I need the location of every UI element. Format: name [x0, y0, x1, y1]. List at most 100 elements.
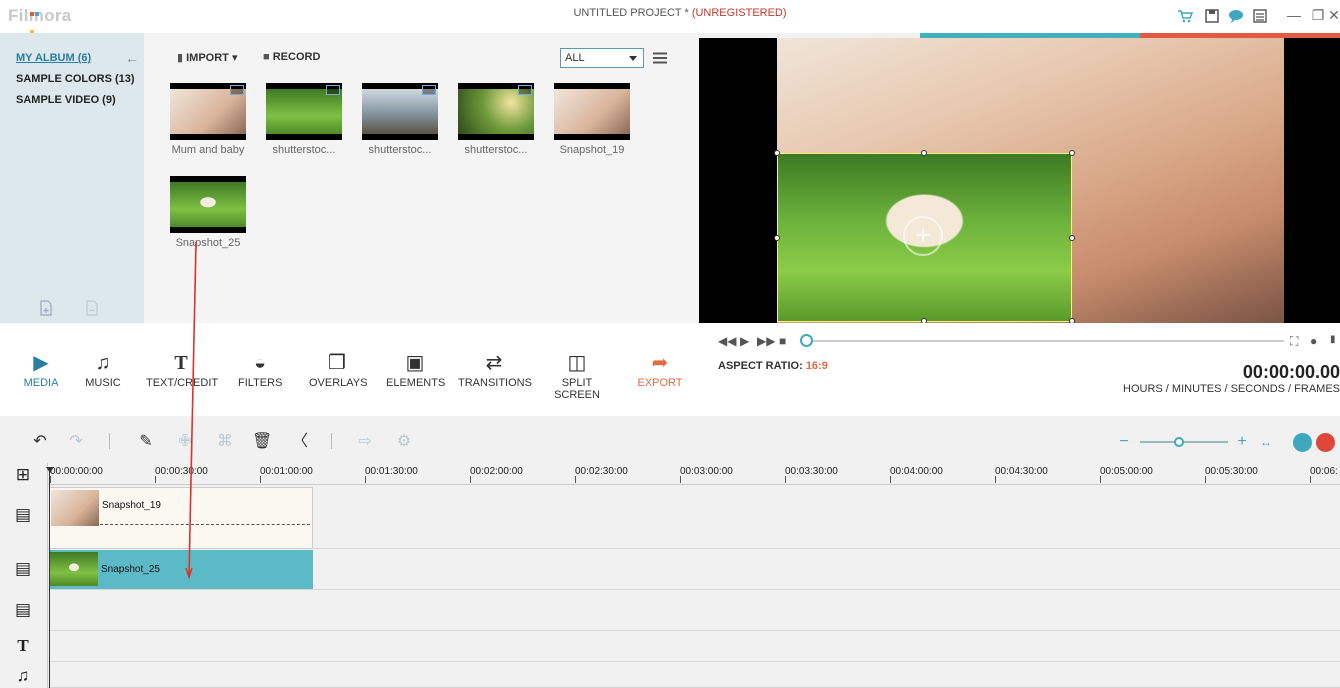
media-thumb-shutterstock-1[interactable]	[266, 83, 342, 140]
overlays-icon: ❒	[328, 352, 346, 374]
record-voiceover-icon[interactable]: 〈	[290, 432, 310, 452]
media-thumb-snapshot-25[interactable]	[170, 176, 246, 233]
add-track-header-icon[interactable]: ⊞	[12, 465, 34, 485]
move-icon[interactable]: +	[903, 216, 943, 256]
tool-overlays[interactable]: ❒ OVERLAYS	[309, 352, 368, 389]
zoom-out-icon[interactable]: −	[1114, 432, 1134, 452]
minimize-icon[interactable]: —	[1285, 6, 1303, 24]
speed-icon[interactable]: ⇨	[355, 432, 375, 452]
ruler-tick	[680, 476, 681, 483]
tool-split-screen[interactable]: ◫ SPLIT SCREEN	[540, 352, 614, 401]
import-button[interactable]: ▮ IMPORT ▾	[177, 51, 238, 64]
collapse-arrow-icon[interactable]: ←	[125, 50, 139, 66]
menu-icon[interactable]	[1252, 8, 1268, 24]
camera-icon: ■	[263, 51, 270, 63]
resize-handle[interactable]	[1069, 235, 1075, 241]
aspect-ratio-value[interactable]: 16:9	[806, 360, 828, 372]
rewind-icon[interactable]: ◀◀	[718, 334, 736, 348]
redo-icon[interactable]: ↷	[66, 432, 86, 452]
pip-track-2[interactable]	[48, 590, 1340, 631]
ruler-tick-label: 00:01:30:00	[365, 466, 418, 477]
split-icon[interactable]: ✙	[175, 432, 195, 452]
resize-handle[interactable]	[774, 235, 780, 241]
add-album-icon[interactable]	[39, 300, 53, 316]
playback-scrubber[interactable]	[806, 340, 1284, 342]
media-label: Snapshot_19	[559, 144, 625, 156]
music-icon: ♫	[95, 352, 111, 374]
media-thumb-mum-and-baby[interactable]	[170, 83, 246, 140]
ruler-tick-label: 00:02:00:00	[470, 466, 523, 477]
sidebar-item-sample-colors[interactable]: SAMPLE COLORS (13)	[16, 73, 135, 85]
save-icon[interactable]	[1204, 8, 1220, 24]
snapshot-camera-icon[interactable]: ●	[1310, 334, 1317, 348]
media-thumb-shutterstock-3[interactable]	[458, 83, 534, 140]
video-badge-icon	[230, 85, 244, 95]
ruler-tick-label: 00:06:	[1310, 466, 1338, 477]
ruler-tick-label: 00:05:00:00	[1100, 466, 1153, 477]
ruler-tick	[470, 476, 471, 483]
fullscreen-icon[interactable]: ⛶	[1290, 334, 1298, 349]
media-label: shutterstoc...	[272, 144, 336, 156]
add-track-icon[interactable]	[1293, 433, 1312, 452]
tool-music[interactable]: ♫ MUSIC	[84, 352, 122, 389]
remove-album-icon[interactable]	[85, 300, 99, 316]
delete-icon[interactable]: 🗑	[252, 432, 272, 452]
resize-handle[interactable]	[1069, 150, 1075, 156]
track-manager-icon[interactable]	[1316, 433, 1335, 452]
close-icon[interactable]: ✕	[1325, 6, 1340, 24]
clip-label: Snapshot_25	[101, 564, 160, 575]
tool-transitions[interactable]: ⇄ TRANSITIONS	[458, 352, 532, 389]
timeline-ruler[interactable]: 00:00:00:00 00:00:30:00 00:01:00:00 00:01:3…	[48, 463, 1340, 485]
play-icon[interactable]: ▶	[740, 334, 749, 348]
crop-icon[interactable]: ⌘	[215, 432, 235, 452]
ruler-tick	[890, 476, 891, 483]
zoom-in-icon[interactable]: +	[1232, 432, 1252, 452]
cart-icon[interactable]	[1177, 8, 1193, 24]
clip-label: Snapshot_19	[102, 500, 161, 511]
playhead-marker[interactable]	[46, 467, 54, 473]
media-thumb-shutterstock-2[interactable]	[362, 83, 438, 140]
edit-pencil-icon[interactable]: ✎	[136, 432, 156, 452]
text-track-icon: T	[17, 636, 29, 655]
chat-icon[interactable]	[1228, 8, 1244, 24]
timecode: 00:00:00.00	[1242, 362, 1340, 382]
chevron-down-icon: ▾	[231, 52, 238, 64]
zoom-slider-knob[interactable]	[1174, 437, 1184, 447]
record-button[interactable]: ■ RECORD	[263, 51, 320, 63]
media-thumb-snapshot-19[interactable]	[554, 83, 630, 140]
filters-icon: ◒	[253, 352, 267, 374]
music-track[interactable]	[48, 662, 1340, 688]
volume-icon[interactable]: ▮	[1330, 334, 1336, 345]
stop-icon[interactable]: ■	[779, 334, 786, 348]
elements-icon: ▣	[405, 352, 425, 374]
video-clip-snapshot-19[interactable]: Snapshot_19	[49, 487, 313, 549]
list-view-icon[interactable]	[653, 52, 667, 64]
zoom-slider[interactable]	[1140, 441, 1228, 443]
resize-handle[interactable]	[921, 150, 927, 156]
video-badge-icon	[422, 85, 436, 95]
text-track[interactable]	[48, 631, 1340, 662]
settings-icon[interactable]: ⚙	[394, 432, 414, 452]
transitions-icon: ⇄	[485, 352, 503, 374]
tool-text-credit[interactable]: T TEXT/CREDIT	[146, 352, 218, 389]
music-track-icon: ♫	[16, 666, 30, 685]
playhead[interactable]	[49, 468, 50, 688]
undo-icon[interactable]: ↶	[30, 432, 50, 452]
tool-filters[interactable]: ◒ FILTERS	[238, 352, 282, 389]
tool-label: MEDIA	[23, 377, 59, 389]
pip-clip-snapshot-25[interactable]: Snapshot_25	[49, 550, 313, 589]
resize-handle[interactable]	[774, 150, 780, 156]
ruler-tick-label: 00:01:00:00	[260, 466, 313, 477]
scrubber-knob[interactable]	[800, 334, 813, 347]
fit-timeline-icon[interactable]: ↔	[1256, 432, 1276, 452]
tool-media[interactable]: ▶ MEDIA	[22, 352, 60, 389]
fast-forward-icon[interactable]: ▶▶	[757, 334, 775, 348]
filter-select[interactable]: ALL	[560, 48, 644, 68]
audio-waveform-line	[100, 524, 310, 525]
sidebar-item-sample-video[interactable]: SAMPLE VIDEO (9)	[16, 94, 116, 106]
divider	[331, 433, 332, 449]
text-icon: T	[174, 352, 188, 374]
tool-export[interactable]: ➦ EXPORT	[636, 352, 684, 389]
sidebar-item-my-album[interactable]: MY ALBUM (6)	[16, 52, 91, 64]
tool-elements[interactable]: ▣ ELEMENTS	[386, 352, 445, 389]
